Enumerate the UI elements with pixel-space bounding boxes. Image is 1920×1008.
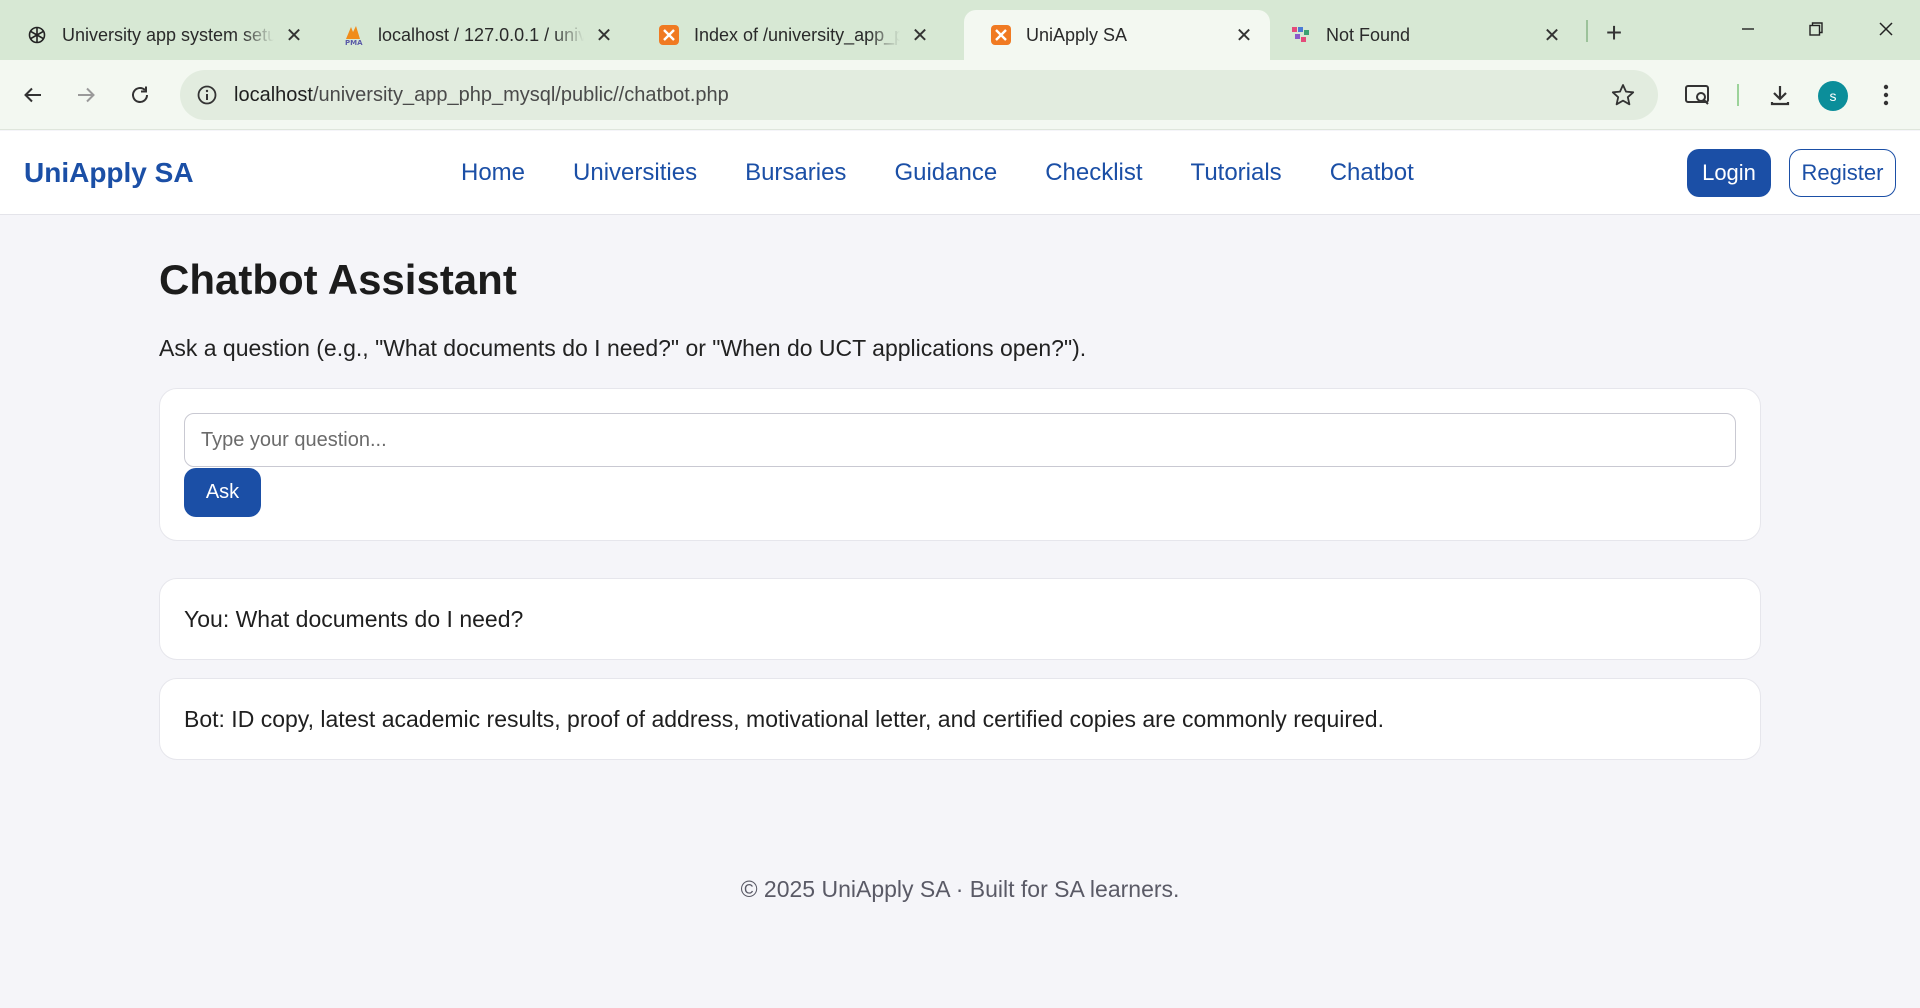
- intro-text: Ask a question (e.g., "What documents do…: [159, 335, 1087, 361]
- ask-button[interactable]: Ask: [184, 468, 261, 517]
- main-nav: Home Universities Bursaries Guidance Che…: [461, 159, 1414, 187]
- nav-universities[interactable]: Universities: [573, 159, 697, 187]
- new-tab-button[interactable]: +: [1597, 16, 1631, 50]
- close-tab-icon[interactable]: ✕: [908, 23, 932, 47]
- tab-index[interactable]: Index of /university_app_p ✕: [632, 10, 946, 60]
- back-icon[interactable]: [15, 77, 51, 113]
- openai-icon: [26, 24, 48, 46]
- user-message: You: What documents do I need?: [159, 578, 1761, 660]
- login-button[interactable]: Login: [1687, 149, 1771, 197]
- register-button[interactable]: Register: [1789, 149, 1896, 197]
- nav-home[interactable]: Home: [461, 159, 525, 187]
- browser-toolbar: localhost/university_app_php_mysql/publi…: [0, 60, 1920, 130]
- cast-search-icon[interactable]: [1680, 77, 1716, 113]
- forward-icon[interactable]: [68, 77, 104, 113]
- ask-card: Ask: [159, 388, 1761, 541]
- bookmark-star-icon[interactable]: [1610, 82, 1636, 108]
- nav-bursaries[interactable]: Bursaries: [745, 159, 846, 187]
- browser-tabstrip: University app system setu ✕ PMA localho…: [0, 0, 1920, 60]
- nav-chatbot[interactable]: Chatbot: [1330, 159, 1414, 187]
- tab-phpmyadmin[interactable]: PMA localhost / 127.0.0.1 / univ ✕: [316, 10, 630, 60]
- xampp-icon: [990, 24, 1012, 46]
- phpmyadmin-icon: PMA: [342, 24, 364, 46]
- site-header: UniApply SA Home Universities Bursaries …: [0, 131, 1920, 215]
- question-input[interactable]: [184, 413, 1736, 467]
- restore-button[interactable]: [1792, 10, 1840, 48]
- close-tab-icon[interactable]: ✕: [282, 23, 306, 47]
- laravel-icon: [1290, 24, 1312, 46]
- page-title: Chatbot Assistant: [159, 256, 517, 303]
- xampp-icon: [658, 24, 680, 46]
- close-tab-icon[interactable]: ✕: [1540, 23, 1564, 47]
- url-text: localhost/university_app_php_mysql/publi…: [234, 83, 729, 106]
- menu-kebab-icon[interactable]: [1868, 77, 1904, 113]
- nav-tutorials[interactable]: Tutorials: [1191, 159, 1282, 187]
- minimize-button[interactable]: [1724, 10, 1772, 48]
- brand-logo[interactable]: UniApply SA: [24, 157, 194, 189]
- tab-separator: [1586, 20, 1588, 42]
- address-bar[interactable]: localhost/university_app_php_mysql/publi…: [180, 70, 1658, 120]
- tab-openai[interactable]: University app system setu ✕: [0, 10, 320, 60]
- site-info-icon[interactable]: [194, 82, 220, 108]
- nav-guidance[interactable]: Guidance: [894, 159, 997, 187]
- close-tab-icon[interactable]: ✕: [592, 23, 616, 47]
- close-window-button[interactable]: [1862, 10, 1910, 48]
- reload-icon[interactable]: [122, 77, 158, 113]
- tab-uniapply[interactable]: UniApply SA ✕: [964, 10, 1270, 60]
- svg-text:PMA: PMA: [345, 39, 363, 46]
- footer-text: © 2025 UniApply SA · Built for SA learne…: [740, 876, 1180, 902]
- download-icon[interactable]: [1762, 77, 1798, 113]
- tab-not-found[interactable]: Not Found ✕: [1264, 10, 1578, 60]
- toolbar-separator: [1737, 84, 1739, 106]
- profile-avatar[interactable]: s: [1818, 81, 1848, 111]
- nav-checklist[interactable]: Checklist: [1045, 159, 1142, 187]
- close-tab-icon[interactable]: ✕: [1232, 23, 1256, 47]
- bot-message: Bot: ID copy, latest academic results, p…: [159, 678, 1761, 760]
